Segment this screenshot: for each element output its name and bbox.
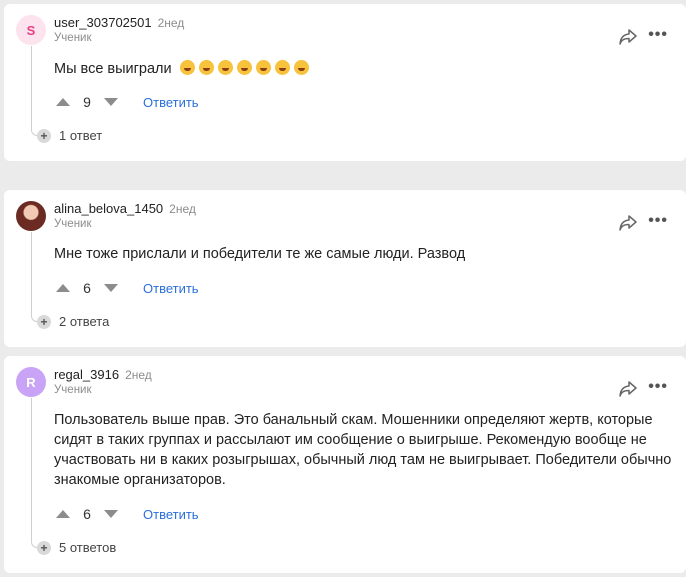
thread-line <box>31 46 39 136</box>
thread-line <box>31 232 39 322</box>
show-replies-button[interactable]: + 1 ответ <box>37 128 102 143</box>
rofl-emoji <box>198 60 214 75</box>
vote-count: 9 <box>83 94 91 110</box>
show-replies-button[interactable]: + 5 ответов <box>37 540 116 555</box>
thread-line <box>31 398 39 548</box>
vote-controls: 6 Ответить <box>54 506 199 522</box>
comment-text: Пользователь выше прав. Это банальный ск… <box>54 412 672 488</box>
rofl-emoji <box>217 60 233 75</box>
upvote-arrow-icon[interactable] <box>56 98 70 106</box>
upvote-arrow-icon[interactable] <box>56 284 70 292</box>
replies-count: 5 ответов <box>59 540 117 555</box>
vote-controls: 6 Ответить <box>54 280 199 296</box>
comment-header: alina_belova_1450 2нед <box>54 201 196 216</box>
share-arrow-icon[interactable] <box>618 380 638 398</box>
share-arrow-icon[interactable] <box>618 28 638 46</box>
vote-count: 6 <box>83 506 91 522</box>
reply-button[interactable]: Ответить <box>143 281 199 296</box>
comment-body: Мы все выиграли <box>54 61 172 77</box>
comment-card: alina_belova_1450 2нед Ученик ••• Мне тож… <box>4 190 686 347</box>
comment-header: regal_3916 2нед <box>54 367 152 382</box>
vote-count: 6 <box>83 280 91 296</box>
plus-icon: + <box>37 314 51 329</box>
timestamp: 2нед <box>169 202 196 216</box>
username[interactable]: regal_3916 <box>54 367 119 382</box>
rofl-emoji <box>255 60 271 75</box>
show-replies-button[interactable]: + 2 ответа <box>37 314 109 329</box>
reply-button[interactable]: Ответить <box>143 507 199 522</box>
comment-header: user_303702501 2нед <box>54 15 184 30</box>
rofl-emoji <box>293 60 309 75</box>
user-role: Ученик <box>54 32 92 44</box>
replies-count: 1 ответ <box>59 128 103 143</box>
avatar[interactable]: S <box>16 15 46 45</box>
plus-icon: + <box>37 128 51 143</box>
share-arrow-icon[interactable] <box>618 214 638 232</box>
comment-card: S user_303702501 2нед Ученик ••• Мы все в… <box>4 4 686 161</box>
username[interactable]: user_303702501 <box>54 15 152 30</box>
user-role: Ученик <box>54 384 92 396</box>
more-dots-icon[interactable]: ••• <box>648 379 668 395</box>
comment-text: Мы все выиграли <box>54 59 676 79</box>
comment-text: Мне тоже прислали и победители те же сам… <box>54 246 466 262</box>
avatar[interactable]: R <box>16 367 46 397</box>
avatar[interactable] <box>16 201 46 231</box>
more-dots-icon[interactable]: ••• <box>648 27 668 43</box>
more-dots-icon[interactable]: ••• <box>648 213 668 229</box>
downvote-arrow-icon[interactable] <box>104 510 118 518</box>
rofl-emoji <box>236 60 252 75</box>
reply-button[interactable]: Ответить <box>143 95 199 110</box>
replies-count: 2 ответа <box>59 314 110 329</box>
timestamp: 2нед <box>157 16 185 30</box>
downvote-arrow-icon[interactable] <box>104 98 118 106</box>
plus-icon: + <box>37 540 51 555</box>
upvote-arrow-icon[interactable] <box>56 510 70 518</box>
downvote-arrow-icon[interactable] <box>104 284 118 292</box>
user-role: Ученик <box>54 218 92 230</box>
username[interactable]: alina_belova_1450 <box>54 201 163 216</box>
timestamp: 2нед <box>125 368 152 382</box>
rofl-emoji <box>179 60 195 75</box>
rofl-emoji <box>274 60 290 75</box>
comment-card: R regal_3916 2нед Ученик ••• Пользователь… <box>4 356 686 573</box>
vote-controls: 9 Ответить <box>54 94 199 110</box>
